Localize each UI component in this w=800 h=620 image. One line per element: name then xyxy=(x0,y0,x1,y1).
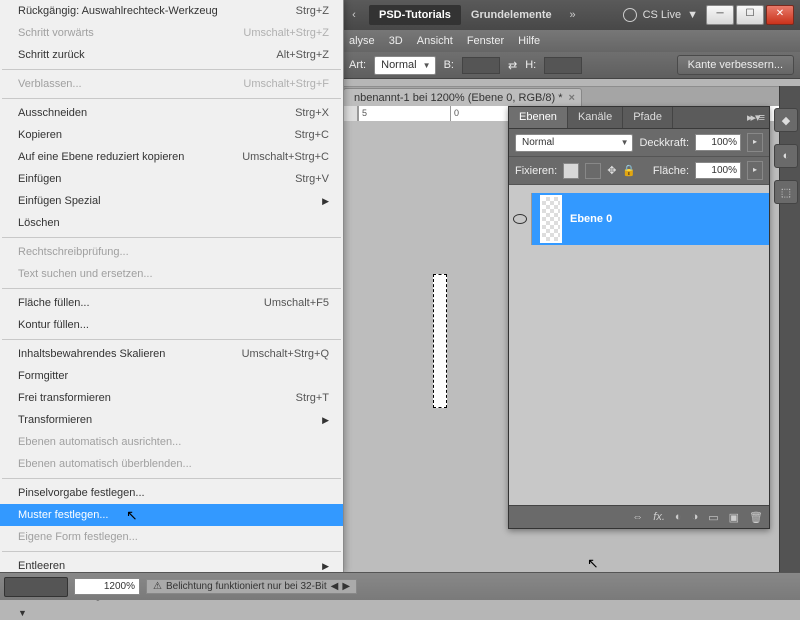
panel-tab-pfade[interactable]: Pfade xyxy=(623,107,673,128)
options-bar: Art: Normal B: ⇄ H: Kante verbessern... xyxy=(343,52,800,79)
cs-live-button[interactable]: CS Live ▼ xyxy=(615,8,706,22)
menu-define-pattern[interactable]: Muster festlegen... xyxy=(0,504,343,526)
cs-live-label: CS Live xyxy=(643,9,682,21)
menu-paste[interactable]: EinfügenStrg+V xyxy=(0,168,343,190)
layer-fx-icon[interactable]: fx. xyxy=(653,511,665,523)
layer-mask-icon[interactable]: ◐ xyxy=(675,511,682,523)
document-title: nbenannt-1 bei 1200% (Ebene 0, RGB/8) * xyxy=(354,92,563,104)
layer-visibility-toggle[interactable] xyxy=(509,193,532,245)
menu-fenster[interactable]: Fenster xyxy=(467,35,504,47)
menu-define-brush[interactable]: Pinselvorgabe festlegen... xyxy=(0,482,343,504)
menu-copy[interactable]: KopierenStrg+C xyxy=(0,124,343,146)
menu-cut[interactable]: AusschneidenStrg+X xyxy=(0,102,343,124)
window-maximize-button[interactable]: ☐ xyxy=(736,5,764,25)
options-link-icon[interactable]: ⇄ xyxy=(508,59,517,72)
lock-all-icon[interactable]: 🔒 xyxy=(622,164,636,177)
dock-adjust-icon[interactable]: ◐ xyxy=(774,144,798,168)
lock-transparency-icon[interactable] xyxy=(563,163,579,179)
opacity-chevron-icon[interactable]: ▸ xyxy=(747,133,763,152)
menu-analyse[interactable]: alyse xyxy=(349,35,375,47)
opacity-label: Deckkraft: xyxy=(639,137,689,149)
panel-tab-kanaele[interactable]: Kanäle xyxy=(568,107,623,128)
workspace-tab-grund[interactable]: Grundelemente xyxy=(461,5,562,25)
menu-fade[interactable]: Verblassen...Umschalt+Strg+F xyxy=(0,73,343,95)
chevron-left-icon[interactable]: ‹ xyxy=(343,9,365,21)
menu-define-shape: Eigene Form festlegen... xyxy=(0,526,343,548)
cs-live-chevron-icon: ▼ xyxy=(687,9,698,21)
zoom-level-field[interactable]: 1200% xyxy=(74,578,140,595)
menu-hilfe[interactable]: Hilfe xyxy=(518,35,540,47)
opacity-field[interactable]: 100% xyxy=(695,134,741,151)
document-close-icon[interactable]: × xyxy=(569,92,575,104)
options-art-label: Art: xyxy=(349,59,366,71)
dock-transform-icon[interactable]: ⬚ xyxy=(774,180,798,204)
lock-pixels-icon[interactable] xyxy=(585,163,601,179)
refine-edge-button[interactable]: Kante verbessern... xyxy=(677,55,794,75)
adjustment-layer-icon[interactable]: ◑ xyxy=(692,511,699,523)
menu-puppet-warp[interactable]: Formgitter xyxy=(0,365,343,387)
link-layers-icon[interactable]: ⇔ xyxy=(632,511,643,523)
window-close-button[interactable]: ✕ xyxy=(766,5,794,25)
status-next-icon[interactable]: ▶ xyxy=(342,581,350,592)
status-bar: 1200% ⚠ Belichtung funktioniert nur bei … xyxy=(0,572,800,600)
cs-live-icon xyxy=(623,8,637,22)
options-mode-select[interactable]: Normal xyxy=(374,56,435,75)
document-tab[interactable]: nbenannt-1 bei 1200% (Ebene 0, RGB/8) * … xyxy=(343,88,582,107)
menu-spelling: Rechtschreibprüfung... xyxy=(0,241,343,263)
marquee-selection xyxy=(433,274,447,408)
menu-transform[interactable]: Transformieren▶ xyxy=(0,409,343,431)
menu-ansicht[interactable]: Ansicht xyxy=(417,35,453,47)
options-height-field[interactable] xyxy=(544,57,582,74)
options-w-label: B: xyxy=(444,59,454,71)
fill-label: Fläche: xyxy=(653,165,689,177)
menu-clear[interactable]: Löschen xyxy=(0,212,343,234)
menu-copy-merged[interactable]: Auf eine Ebene reduziert kopierenUmschal… xyxy=(0,146,343,168)
workspace-more-icon[interactable]: » xyxy=(562,9,584,21)
layers-panel: Ebenen Kanäle Pfade ▸▸ ▾≡ Normal Deckkra… xyxy=(508,106,770,529)
warning-icon: ⚠ xyxy=(153,581,162,592)
layer-thumbnail[interactable] xyxy=(540,195,562,243)
menu-step-forward[interactable]: Schritt vorwärtsUmschalt+Strg+Z xyxy=(0,22,343,44)
panel-menu-icon[interactable]: ▸▸ ▾≡ xyxy=(741,107,769,128)
layer-row-ebene-0[interactable]: Ebene 0 xyxy=(509,193,769,245)
dock-color-icon[interactable]: ◆ xyxy=(774,108,798,132)
menu-scroll-down-icon[interactable]: ▼ xyxy=(0,606,343,620)
panel-tab-ebenen[interactable]: Ebenen xyxy=(509,107,568,128)
new-layer-icon[interactable]: ▣ xyxy=(729,511,739,524)
menu-undo[interactable]: Rückgängig: Auswahlrechteck-WerkzeugStrg… xyxy=(0,0,343,22)
menu-stroke[interactable]: Kontur füllen... xyxy=(0,314,343,336)
options-width-field[interactable] xyxy=(462,57,500,74)
fill-field[interactable]: 100% xyxy=(695,162,741,179)
fill-chevron-icon[interactable]: ▸ xyxy=(747,161,763,180)
edit-menu: Rückgängig: Auswahlrechteck-WerkzeugStrg… xyxy=(0,0,344,573)
menu-content-aware-scale[interactable]: Inhaltsbewahrendes SkalierenUmschalt+Str… xyxy=(0,343,343,365)
menu-fill[interactable]: Fläche füllen...Umschalt+F5 xyxy=(0,292,343,314)
lock-label: Fixieren: xyxy=(515,165,557,177)
status-drag-handle[interactable] xyxy=(4,577,68,597)
window-minimize-button[interactable]: ─ xyxy=(706,5,734,25)
menu-free-transform[interactable]: Frei transformierenStrg+T xyxy=(0,387,343,409)
lock-move-icon[interactable]: ✥ xyxy=(607,164,616,177)
workspace-tab-psd[interactable]: PSD-Tutorials xyxy=(369,5,461,25)
status-message[interactable]: ⚠ Belichtung funktioniert nur bei 32-Bit… xyxy=(146,579,357,594)
main-menubar: alyse 3D Ansicht Fenster Hilfe xyxy=(343,30,800,53)
layer-list[interactable]: Ebene 0 ↖ xyxy=(509,185,769,505)
layer-name[interactable]: Ebene 0 xyxy=(570,213,612,225)
eye-icon xyxy=(513,214,527,224)
menu-paste-special[interactable]: Einfügen Spezial▶ xyxy=(0,190,343,212)
delete-layer-icon[interactable]: 🗑 xyxy=(749,511,763,524)
menu-auto-align: Ebenen automatisch ausrichten... xyxy=(0,431,343,453)
options-h-label: H: xyxy=(525,59,536,71)
menu-auto-blend: Ebenen automatisch überblenden... xyxy=(0,453,343,475)
blend-mode-select[interactable]: Normal xyxy=(515,134,633,152)
menu-step-backward[interactable]: Schritt zurückAlt+Strg+Z xyxy=(0,44,343,66)
menu-find-replace: Text suchen und ersetzen... xyxy=(0,263,343,285)
status-prev-icon[interactable]: ◀ xyxy=(331,581,339,592)
menu-3d[interactable]: 3D xyxy=(389,35,403,47)
layer-group-icon[interactable]: ▭ xyxy=(708,511,718,524)
